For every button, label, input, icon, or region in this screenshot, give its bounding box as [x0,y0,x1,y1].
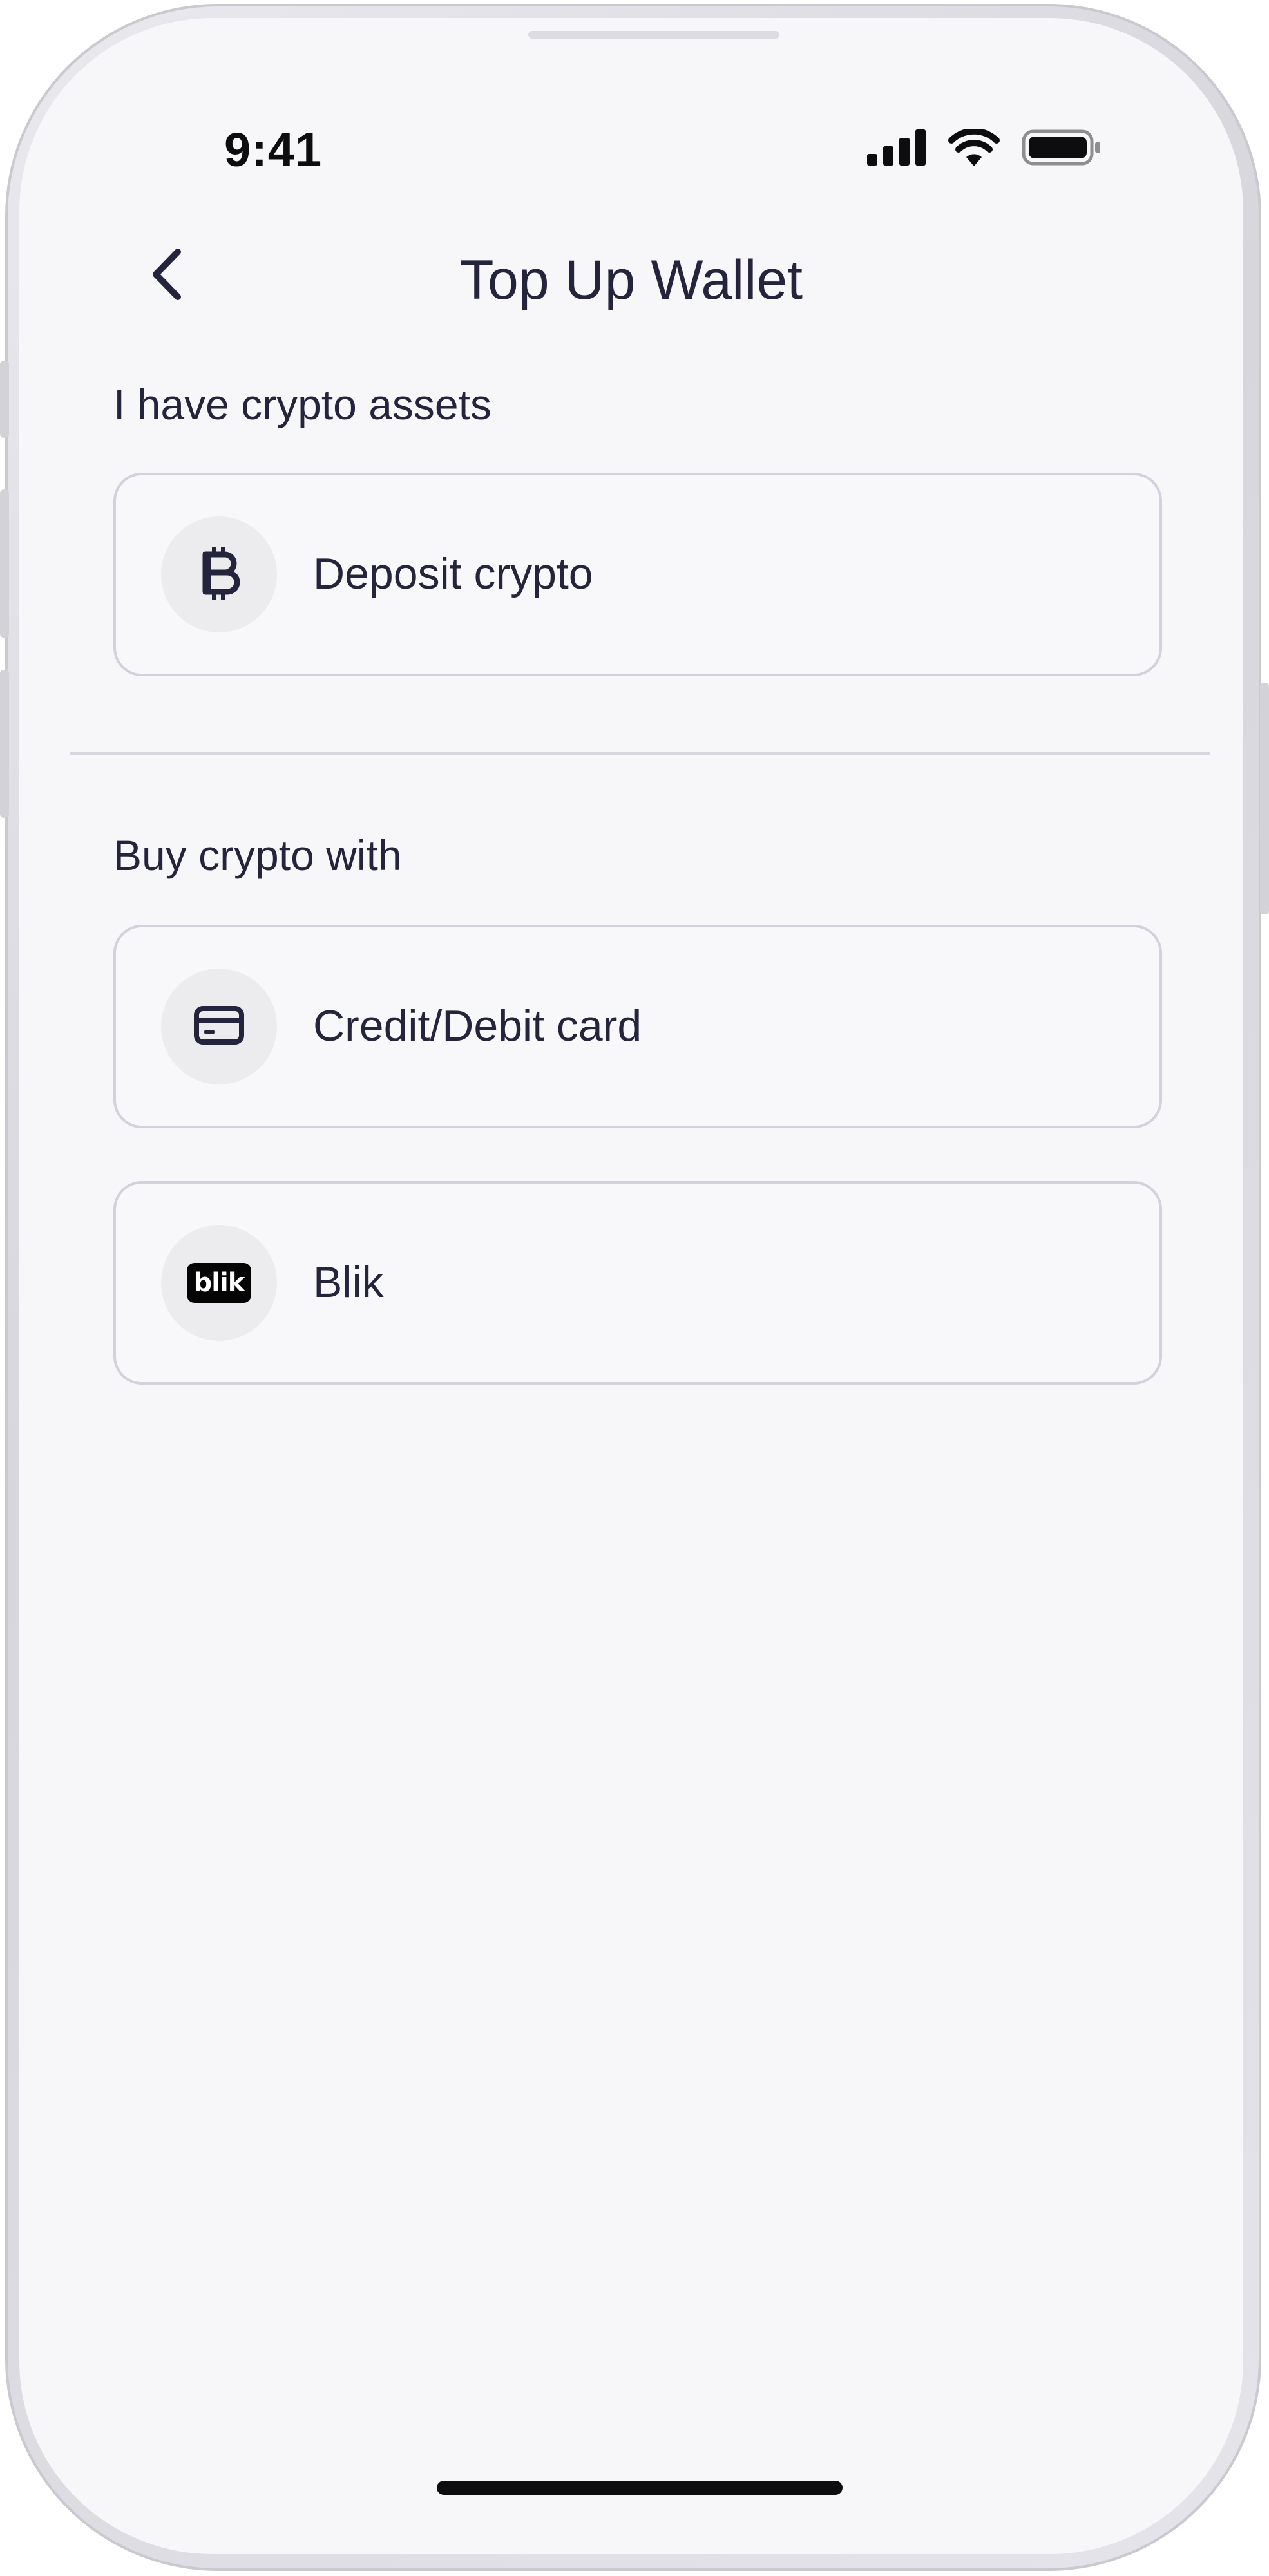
volume-up-button [0,489,9,638]
option-label: Blik [313,1258,384,1307]
option-icon-container [161,516,277,632]
top-navigation: Top Up Wallet [19,224,1243,327]
option-credit-debit-card[interactable]: Credit/Debit card [113,925,1162,1128]
option-label: Deposit crypto [313,549,593,598]
option-deposit-crypto[interactable]: Deposit crypto [113,473,1162,676]
speaker-notch [528,31,779,39]
phone-device: 9:41 Top Up Wallet I have crypto assets … [0,0,1269,2576]
wifi-icon [948,128,1000,169]
option-icon-container: blik [161,1225,277,1341]
phone-screen: 9:41 Top Up Wallet I have crypto assets … [19,18,1243,2554]
volume-down-button [0,670,9,818]
cellular-signal-icon [867,129,926,169]
section-label-crypto-assets: I have crypto assets [113,381,491,428]
status-icons [867,128,1102,169]
status-time: 9:41 [224,123,323,176]
blik-logo-icon: blik [187,1263,251,1303]
page-title: Top Up Wallet [459,249,803,311]
blik-logo-text: blik [193,1268,245,1298]
option-blik[interactable]: blik Blik [113,1181,1162,1385]
home-indicator[interactable] [437,2481,843,2495]
option-icon-container [161,969,277,1084]
section-divider [70,752,1210,755]
bitcoin-icon [196,545,242,604]
silent-switch [0,361,9,438]
power-button [1260,683,1269,914]
battery-icon [1022,129,1102,169]
section-label-buy-crypto: Buy crypto with [113,831,402,879]
status-bar: 9:41 [19,108,1243,179]
credit-card-icon [193,1005,245,1048]
option-label: Credit/Debit card [313,1001,642,1050]
